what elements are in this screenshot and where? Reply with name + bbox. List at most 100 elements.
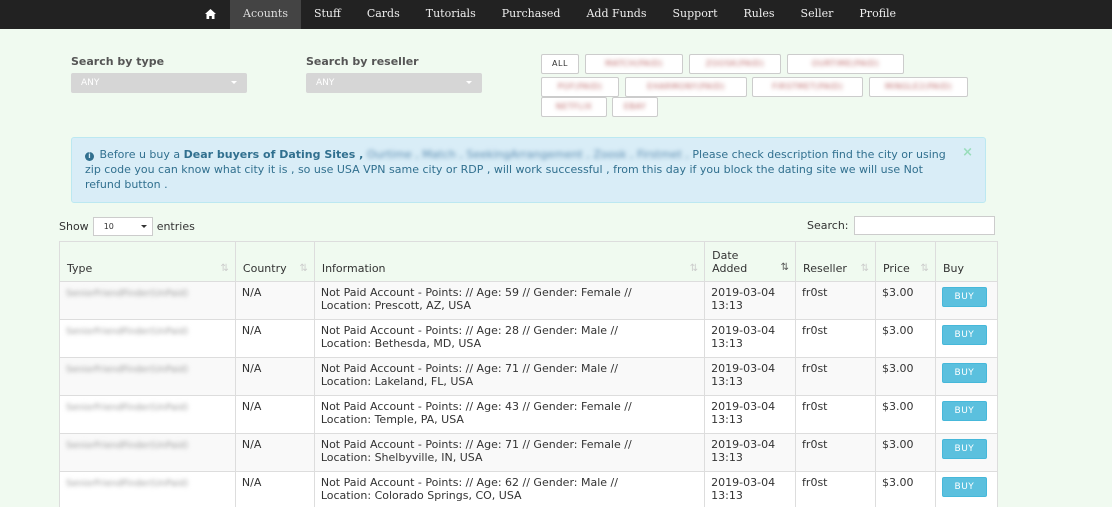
show-entries-control: Show 10 entries	[59, 217, 195, 236]
search-label: Search:	[807, 219, 849, 232]
chip-pof[interactable]: POF(PAID)	[541, 77, 619, 97]
chip-mingle2[interactable]: MINGLE2(PAID)	[869, 77, 968, 97]
chip-zoosk[interactable]: ZOOSK(PAID)	[689, 54, 781, 74]
column-header-type[interactable]: Type ⇅	[59, 241, 236, 282]
entries-length-select[interactable]: 10	[92, 217, 153, 236]
type-select-value: ANY	[81, 78, 100, 88]
entries-length-value: 10	[103, 222, 114, 231]
table-row: SeniorFriendFinder(UnPaid) N/A Not Paid …	[59, 281, 999, 320]
information-cell: Not Paid Account - Points: // Age: 59 //…	[313, 281, 706, 320]
chip-match[interactable]: MATCH(PAID)	[585, 54, 683, 74]
nav-item-acounts[interactable]: Acounts	[230, 0, 301, 29]
sort-icon: ⇅	[220, 263, 229, 274]
column-header-country[interactable]: Country ⇅	[234, 241, 315, 282]
sort-icon: ⇅	[920, 263, 929, 274]
date-added-cell: 2019-03-04 13:13	[704, 281, 797, 320]
type-cell: SeniorFriendFinder(UnPaid)	[66, 289, 189, 299]
information-cell: Not Paid Account - Points: // Age: 62 //…	[313, 471, 706, 507]
nav-home[interactable]	[191, 0, 230, 29]
nav-item-add-funds[interactable]: Add Funds	[573, 0, 659, 29]
price-cell: $3.00	[874, 281, 936, 320]
search-by-type-label: Search by type	[71, 55, 165, 68]
column-header-date-added[interactable]: Date Added ⇅	[704, 241, 797, 282]
nav-menu: Acounts Stuff Cards Tutorials Purchased …	[191, 0, 909, 29]
country-cell: N/A	[234, 319, 315, 358]
alert-blurred-sites: Ourtime , Match , SeekingArrangement , Z…	[366, 148, 689, 161]
table-row: SeniorFriendFinder(UnPaid) N/A Not Paid …	[59, 471, 999, 507]
nav-item-rules[interactable]: Rules	[731, 0, 788, 29]
information-cell: Not Paid Account - Points: // Age: 43 //…	[313, 395, 706, 434]
price-cell: $3.00	[874, 319, 936, 358]
chip-ebay[interactable]: EBAY	[612, 97, 658, 117]
reseller-cell: fr0st	[795, 319, 876, 358]
home-icon	[205, 7, 216, 21]
country-cell: N/A	[234, 395, 315, 434]
nav-item-profile[interactable]: Profile	[846, 0, 909, 29]
search-by-reseller-label: Search by reseller	[306, 55, 419, 68]
buy-button[interactable]: BUY	[941, 287, 987, 307]
reseller-cell: fr0st	[795, 357, 876, 396]
chip-netflix[interactable]: NETFLIX	[541, 97, 607, 117]
nav-item-stuff[interactable]: Stuff	[301, 0, 354, 29]
buy-button[interactable]: BUY	[941, 401, 987, 421]
table-header-row: Type ⇅ Country ⇅ Information ⇅ Date Added ⇅ …	[59, 241, 999, 282]
reseller-select-value: ANY	[316, 78, 335, 88]
chip-eharmony[interactable]: EHARMONY(PAID)	[625, 77, 747, 97]
reseller-select[interactable]: ANY	[306, 73, 482, 93]
buy-button[interactable]: BUY	[941, 439, 987, 459]
type-cell: SeniorFriendFinder(UnPaid)	[66, 327, 189, 337]
alert-prefix: Before u buy a	[99, 148, 181, 161]
entries-label: entries	[156, 220, 195, 233]
type-select[interactable]: ANY	[71, 73, 247, 93]
info-icon: i	[85, 152, 94, 161]
table-search: Search:	[807, 216, 995, 235]
type-cell: SeniorFriendFinder(UnPaid)	[66, 403, 189, 413]
reseller-cell: fr0st	[795, 471, 876, 507]
reseller-cell: fr0st	[795, 433, 876, 472]
close-icon[interactable]: ×	[962, 145, 973, 160]
information-cell: Not Paid Account - Points: // Age: 28 //…	[313, 319, 706, 358]
search-input[interactable]	[853, 216, 995, 235]
date-added-cell: 2019-03-04 13:13	[704, 395, 797, 434]
table-row: SeniorFriendFinder(UnPaid) N/A Not Paid …	[59, 357, 999, 396]
information-cell: Not Paid Account - Points: // Age: 71 //…	[313, 357, 706, 396]
buy-button[interactable]: BUY	[941, 325, 987, 345]
information-cell: Not Paid Account - Points: // Age: 71 //…	[313, 433, 706, 472]
nav-item-cards[interactable]: Cards	[354, 0, 413, 29]
nav-item-seller[interactable]: Seller	[788, 0, 847, 29]
table-row: SeniorFriendFinder(UnPaid) N/A Not Paid …	[59, 319, 999, 358]
column-header-price[interactable]: Price ⇅	[874, 241, 936, 282]
date-added-cell: 2019-03-04 13:13	[704, 319, 797, 358]
sort-desc-icon: ⇅	[780, 262, 790, 273]
buy-button[interactable]: BUY	[941, 363, 987, 383]
table-row: SeniorFriendFinder(UnPaid) N/A Not Paid …	[59, 395, 999, 434]
table-row: SeniorFriendFinder(UnPaid) N/A Not Paid …	[59, 433, 999, 472]
column-header-buy: Buy	[934, 241, 999, 282]
reseller-cell: fr0st	[795, 395, 876, 434]
column-header-information[interactable]: Information ⇅	[313, 241, 706, 282]
reseller-cell: fr0st	[795, 281, 876, 320]
sort-icon: ⇅	[299, 263, 308, 274]
nav-item-support[interactable]: Support	[659, 0, 730, 29]
nav-item-purchased[interactable]: Purchased	[489, 0, 574, 29]
chevron-down-icon	[231, 81, 237, 84]
show-label: Show	[59, 220, 89, 233]
column-header-reseller[interactable]: Reseller ⇅	[795, 241, 876, 282]
accounts-table: Type ⇅ Country ⇅ Information ⇅ Date Added ⇅ …	[59, 241, 999, 507]
type-cell: SeniorFriendFinder(UnPaid)	[66, 365, 189, 375]
price-cell: $3.00	[874, 433, 936, 472]
nav-item-tutorials[interactable]: Tutorials	[413, 0, 489, 29]
chevron-down-icon	[140, 225, 147, 228]
sort-icon: ⇅	[860, 263, 869, 274]
chip-all[interactable]: ALL	[541, 54, 579, 74]
price-cell: $3.00	[874, 471, 936, 507]
country-cell: N/A	[234, 281, 315, 320]
top-navbar: Acounts Stuff Cards Tutorials Purchased …	[0, 0, 1112, 29]
chevron-down-icon	[466, 81, 472, 84]
chip-ourtime[interactable]: OURTIME(PAID)	[787, 54, 904, 74]
price-cell: $3.00	[874, 357, 936, 396]
buy-button[interactable]: BUY	[941, 477, 987, 497]
date-added-cell: 2019-03-04 13:13	[704, 357, 797, 396]
country-cell: N/A	[234, 433, 315, 472]
chip-firstmet[interactable]: FIRSTMET(PAID)	[752, 77, 863, 97]
